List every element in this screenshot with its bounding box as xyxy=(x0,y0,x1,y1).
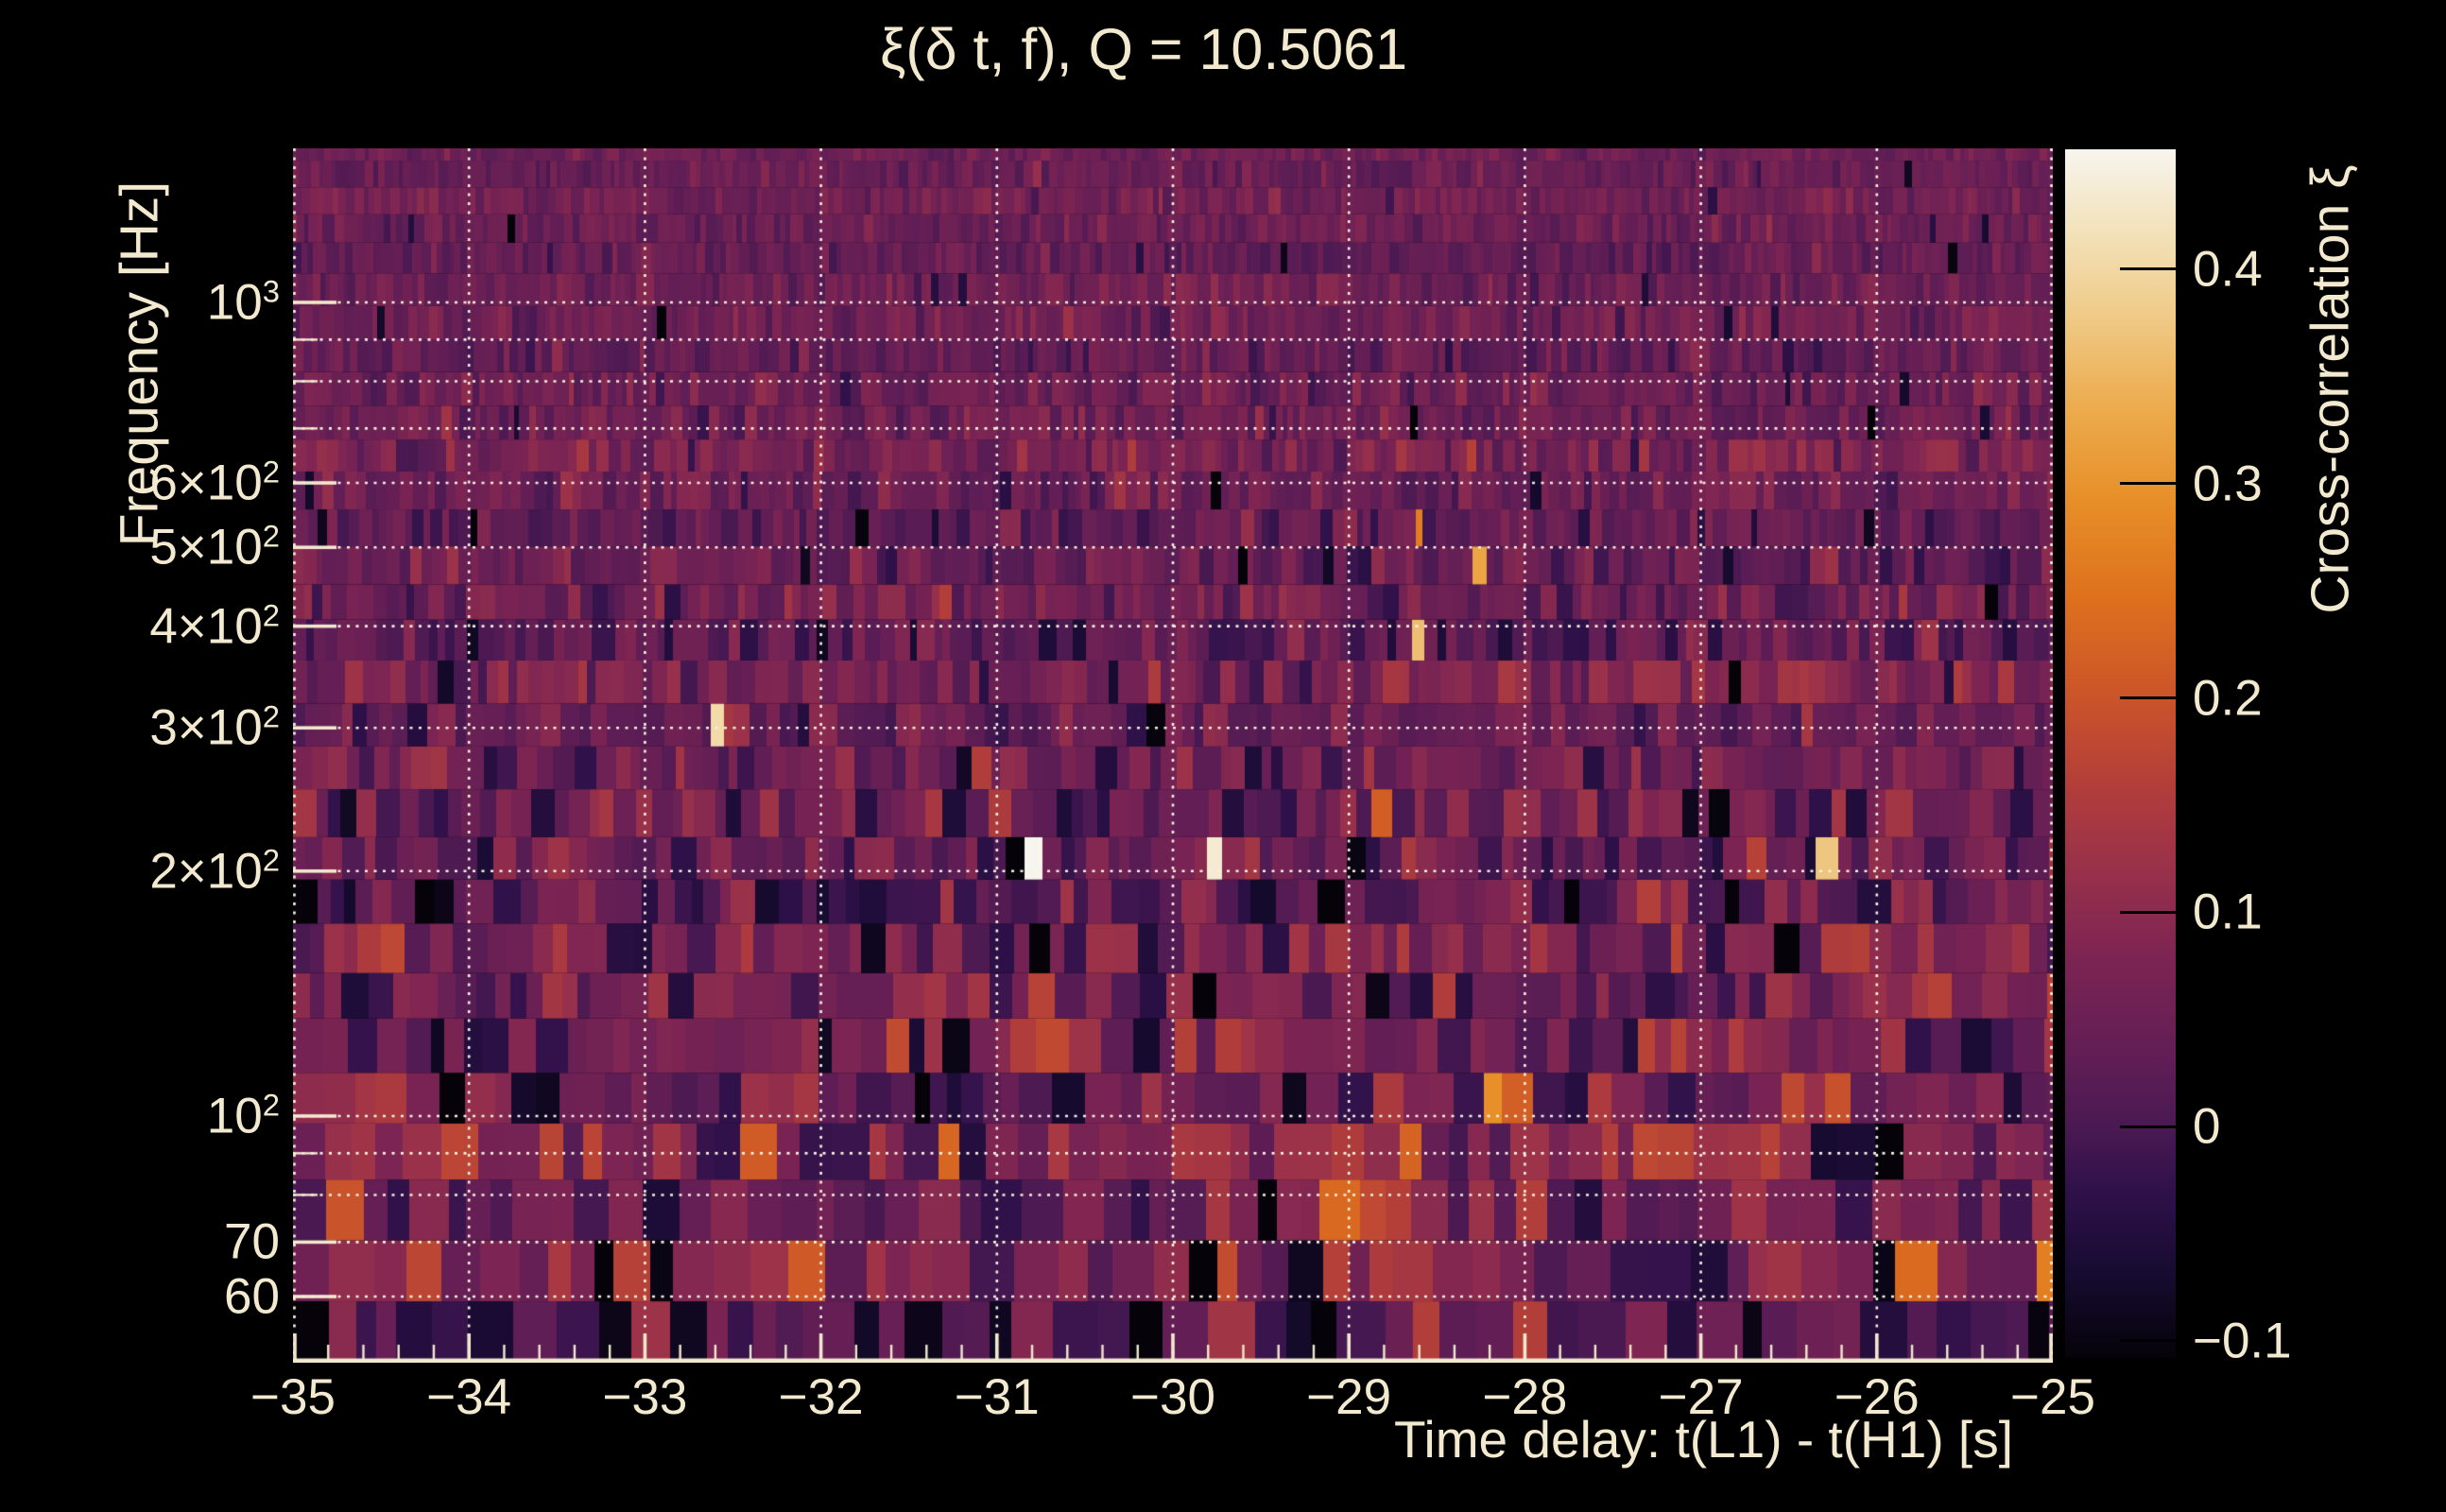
colorbar-tick-mark xyxy=(2120,482,2176,486)
y-tick-label: 70 xyxy=(224,1213,280,1270)
colorbar-tick-label: 0.4 xyxy=(2193,241,2263,298)
chart-title: ξ(δ t, f), Q = 10.5061 xyxy=(880,17,1407,81)
colorbar-tick-label: 0 xyxy=(2193,1098,2221,1155)
colorbar-tick-label: 0.2 xyxy=(2193,670,2263,727)
colorbar-tick-mark xyxy=(2120,910,2176,914)
colorbar-tick-mark xyxy=(2120,267,2176,271)
y-tick-label: 3×102 xyxy=(149,698,280,756)
colorbar-tick-mark xyxy=(2120,1339,2176,1343)
colorbar-title: Cross-correlation ξ xyxy=(2300,164,2361,614)
colorbar-tick-label: 0.3 xyxy=(2193,455,2263,512)
y-tick-label: 5×102 xyxy=(149,518,280,576)
x-tick-label: −32 xyxy=(778,1369,864,1425)
y-tick-label: 60 xyxy=(224,1268,280,1325)
colorbar-tick-mark xyxy=(2120,696,2176,700)
x-tick-label: −30 xyxy=(1130,1369,1215,1425)
heatmap-canvas xyxy=(293,148,2053,1363)
x-tick-label: −34 xyxy=(426,1369,512,1425)
qscan-figure: ξ(δ t, f), Q = 10.5061 Frequency [Hz] 10… xyxy=(0,0,2446,1512)
x-tick-label: −35 xyxy=(250,1369,336,1425)
x-tick-label: −33 xyxy=(602,1369,688,1425)
y-tick-label: 102 xyxy=(206,1087,280,1144)
y-tick-label: 103 xyxy=(206,273,280,331)
colorbar-tick-label: 0.1 xyxy=(2193,884,2263,940)
colorbar-gradient xyxy=(2065,149,2176,1358)
y-tick-label: 4×102 xyxy=(149,597,280,655)
y-tick-label: 6×102 xyxy=(149,454,280,511)
y-tick-label: 2×102 xyxy=(149,842,280,900)
x-axis-title: Time delay: t(L1) - t(H1) [s] xyxy=(1393,1410,2013,1469)
x-tick-label: −31 xyxy=(954,1369,1040,1425)
colorbar-tick-mark xyxy=(2120,1125,2176,1128)
colorbar-tick-label: −0.1 xyxy=(2193,1313,2292,1369)
